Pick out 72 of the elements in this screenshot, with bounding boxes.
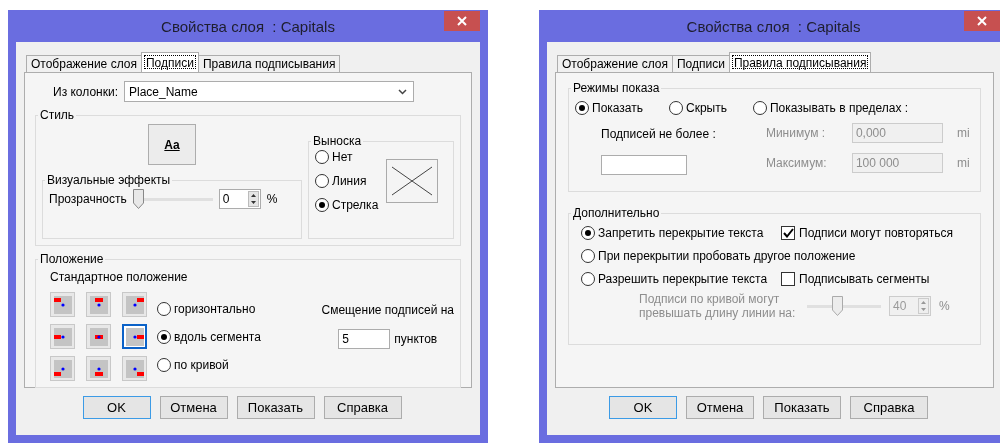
spin-field[interactable]: 0 (218, 189, 261, 209)
anchor-button[interactable] (50, 324, 75, 349)
offset-field[interactable]: 5 (338, 328, 391, 349)
radio-option[interactable]: Показать (575, 101, 643, 115)
close-icon (457, 16, 467, 26)
unit-label: % (939, 299, 950, 313)
radio-option[interactable]: Нет (315, 150, 379, 164)
field-label: Прозрачность (49, 192, 127, 206)
caret-icon (398, 88, 407, 95)
callout-preview-icon (386, 159, 439, 203)
radio-option[interactable]: по кривой (157, 357, 261, 372)
field-label: Подписей не более : (601, 127, 716, 141)
group-title: Стиль (39, 108, 76, 122)
tab[interactable]: Отображение слоя (26, 55, 142, 72)
anchor-button[interactable] (86, 292, 111, 317)
dialog-button[interactable]: OK (82, 396, 151, 419)
unit-label: % (266, 192, 278, 206)
close-button[interactable] (964, 11, 1000, 31)
anchor-button[interactable] (86, 356, 111, 381)
unit-label: mi (956, 156, 970, 170)
unit-label: mi (956, 126, 970, 140)
group-title: Положение (39, 252, 105, 266)
field-label: Смещение подписей на (321, 302, 454, 317)
radio-option[interactable]: вдоль сегмента (157, 329, 261, 344)
radio-option[interactable]: Разрешить перекрытие текста (581, 272, 768, 286)
tab[interactable]: Подписи (671, 55, 730, 72)
radio-option[interactable]: Стрелка (315, 198, 379, 212)
dialog-button[interactable]: Справка (850, 396, 928, 419)
dialog-button[interactable]: Отмена (686, 396, 754, 419)
close-button[interactable] (444, 11, 480, 31)
field-label: Из колонки: (53, 84, 118, 99)
dialog-button[interactable]: Показать (763, 396, 841, 419)
spinner-arrows-icon (918, 298, 929, 314)
radio-option[interactable]: Запретить перекрытие текста (581, 226, 764, 240)
dialog-button[interactable]: Справка (323, 396, 402, 419)
field-label: Минимум : (765, 126, 827, 140)
field-label: Максимум: (765, 156, 828, 170)
dialog-button[interactable]: OK (609, 396, 677, 419)
spinner-arrows-icon (247, 191, 259, 207)
group-title: Режимы показа (572, 81, 661, 95)
anchor-button[interactable] (86, 324, 111, 349)
column-dropdown[interactable]: Place_Name (124, 81, 414, 102)
tab[interactable]: Подписи (140, 52, 199, 72)
anchor-button[interactable] (122, 324, 147, 349)
field-label: Подписи по кривой могут превышать длину линии на: (639, 292, 797, 320)
anchor-button[interactable] (50, 356, 75, 381)
radio-option[interactable]: Скрыть (669, 101, 727, 115)
unit-label: пунктов (394, 331, 438, 346)
dialog-button[interactable]: Показать (236, 396, 315, 419)
group-title: Выноска (312, 134, 363, 148)
radio-option[interactable]: При перекрытии пробовать другое положение (581, 249, 856, 263)
window-title: Свойства слоя : Capitals (161, 17, 335, 35)
radio-option[interactable]: горизонтально (157, 301, 261, 316)
group-title: Дополнительно (572, 206, 661, 220)
anchor-button[interactable] (122, 292, 147, 317)
window-title: Свойства слоя : Capitals (686, 17, 861, 35)
close-icon (977, 16, 987, 26)
slider-thumb[interactable] (132, 189, 144, 209)
max-labels-field[interactable] (601, 155, 687, 175)
radio-option[interactable]: Показывать в пределах : (753, 101, 909, 115)
tab[interactable]: Правила подписывания (728, 52, 872, 72)
anchor-button[interactable] (122, 356, 147, 381)
tab[interactable]: Отображение слоя (557, 55, 673, 72)
checkbox-option[interactable]: Подписи могут повторяться (781, 226, 953, 240)
dialog-button[interactable]: Отмена (159, 396, 228, 419)
radio-option[interactable]: Линия (315, 174, 379, 188)
group-title: Визуальные эффекты (46, 173, 172, 187)
section-label: Стандартное положение (49, 269, 189, 286)
tab[interactable]: Правила подписывания (197, 55, 341, 72)
checkbox-option[interactable]: Подписывать сегменты (781, 272, 930, 286)
font-style-button[interactable]: Aa (148, 124, 196, 165)
anchor-button[interactable] (50, 292, 75, 317)
